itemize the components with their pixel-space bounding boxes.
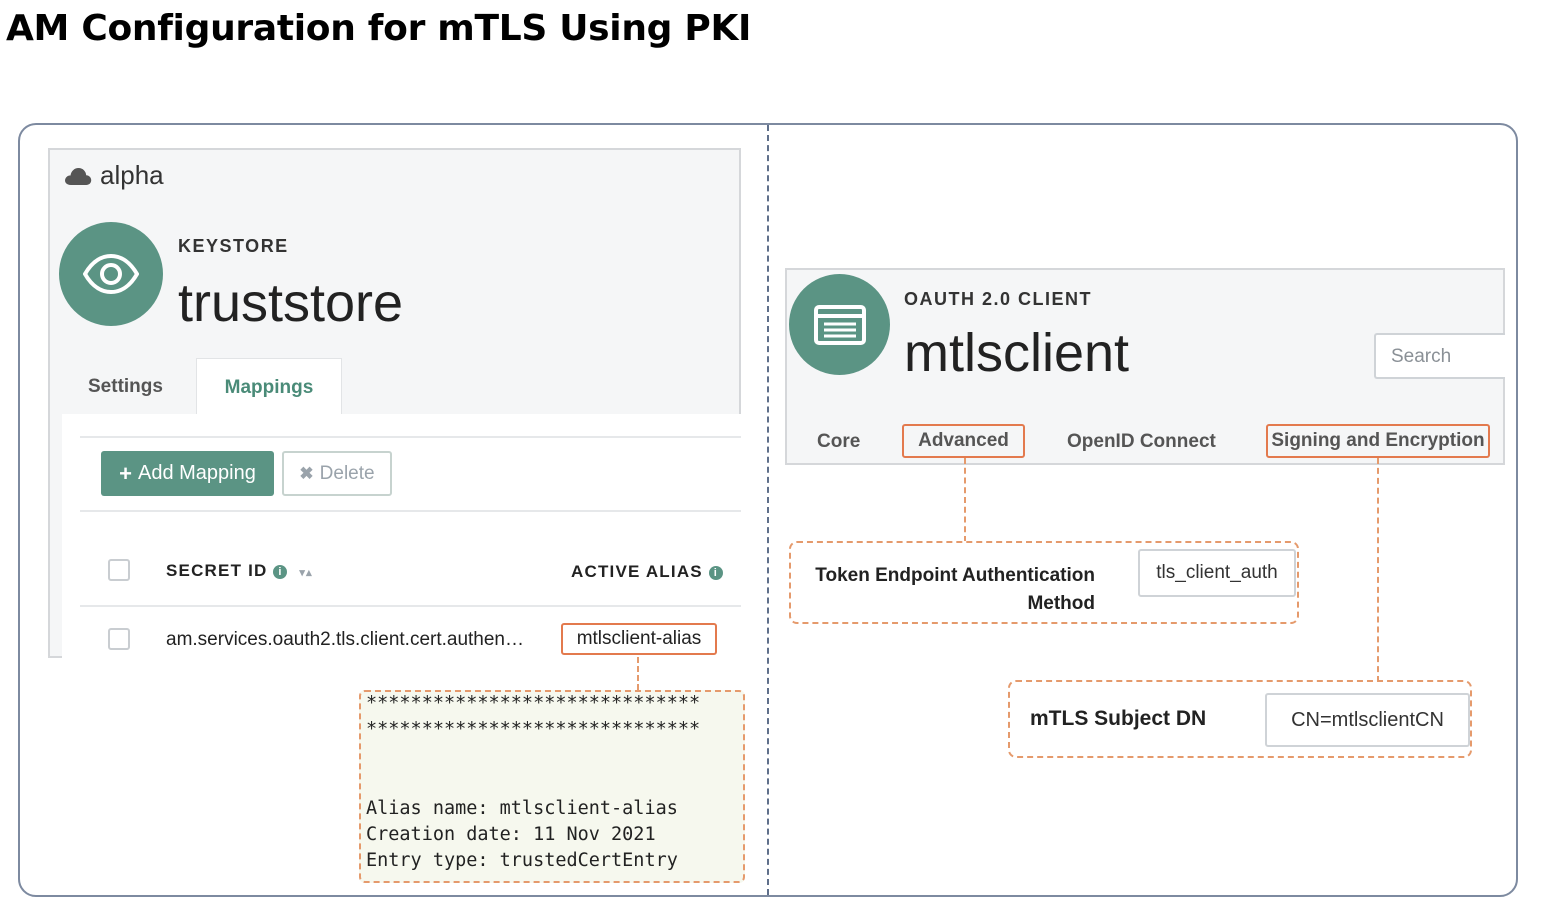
cloud-icon <box>65 167 92 185</box>
panel-divider <box>767 125 769 895</box>
token-endpoint-auth-label: Token Endpoint Authentication Method <box>815 565 1095 614</box>
tab-openid-connect[interactable]: OpenID Connect <box>1067 431 1216 453</box>
column-header-secret-id[interactable]: SECRET ID i ▾▴ <box>166 561 313 581</box>
plus-icon: + <box>119 460 132 486</box>
info-icon: i <box>708 566 723 580</box>
client-type-label: OAUTH 2.0 CLIENT <box>904 289 1093 309</box>
cert-line: ****************************** <box>366 719 701 740</box>
active-alias-cell[interactable]: mtlsclient-alias <box>561 623 717 655</box>
cert-line: Alias name: mtlsclient-alias <box>366 798 678 819</box>
realm-name: alpha <box>100 160 164 190</box>
row-checkbox[interactable] <box>108 628 130 650</box>
mtls-subject-dn-label: mTLS Subject DN <box>1030 707 1207 730</box>
cert-line: Creation date: 11 Nov 2021 <box>366 824 656 845</box>
connector-line <box>637 657 639 690</box>
list-window-icon <box>789 274 890 375</box>
add-mapping-button[interactable]: + Add Mapping <box>101 451 274 496</box>
page-title: AM Configuration for mTLS Using PKI <box>6 8 752 49</box>
tab-signing-and-encryption[interactable]: Signing and Encryption <box>1266 424 1490 458</box>
realm-header[interactable]: alpha <box>64 160 164 191</box>
certificate-details: ****************************** *********… <box>359 690 745 883</box>
token-endpoint-auth-field[interactable]: tls_client_auth <box>1138 549 1296 597</box>
tab-settings[interactable]: Settings <box>88 376 163 398</box>
select-all-checkbox[interactable] <box>108 559 130 581</box>
info-icon: i <box>273 565 288 579</box>
connector-line <box>1377 458 1379 682</box>
sort-icon: ▾▴ <box>299 567 313 579</box>
keystore-tabs <box>62 358 741 416</box>
divider <box>80 605 741 607</box>
delete-button[interactable]: ✖ Delete <box>282 451 392 496</box>
search-placeholder: Search <box>1391 346 1452 367</box>
tab-core[interactable]: Core <box>817 431 860 453</box>
mtls-subject-dn-field[interactable]: CN=mtlsclientCN <box>1265 693 1470 747</box>
connector-line <box>964 458 966 542</box>
tab-advanced[interactable]: Advanced <box>902 424 1025 458</box>
eye-icon <box>59 222 163 326</box>
cert-line: Entry type: trustedCertEntry <box>366 850 678 871</box>
column-header-active-alias: ACTIVE ALIAS i <box>571 562 723 582</box>
add-mapping-label: Add Mapping <box>137 462 256 484</box>
delete-label: Delete <box>319 462 375 484</box>
tab-mappings[interactable]: Mappings <box>196 358 342 416</box>
secret-id-cell[interactable]: am.services.oauth2.tls.client.cert.authe… <box>166 629 524 651</box>
keystore-name: truststore <box>178 273 404 333</box>
divider <box>80 436 741 438</box>
cert-line: ****************************** <box>366 693 701 714</box>
keystore-type-label: KEYSTORE <box>178 236 289 256</box>
client-name: mtlsclient <box>904 323 1130 383</box>
divider <box>80 510 741 512</box>
close-icon: ✖ <box>299 463 314 483</box>
